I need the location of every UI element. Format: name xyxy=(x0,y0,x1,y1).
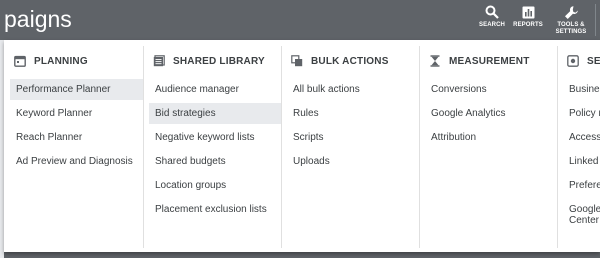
setup-header: SE xyxy=(567,55,600,67)
menu-item-attribution[interactable]: Attribution xyxy=(425,127,557,148)
copy-icon xyxy=(291,55,303,67)
tools-settings-button-label: TOOLS & SETTINGS xyxy=(555,22,587,35)
reports-button[interactable]: REPORTS xyxy=(513,4,543,36)
setup-column: SE Busines Policy m Access Linked a Pref… xyxy=(557,40,600,252)
library-icon xyxy=(153,55,165,67)
menu-item-audience-manager[interactable]: Audience manager xyxy=(149,79,281,100)
menu-item-all-bulk-actions[interactable]: All bulk actions xyxy=(287,79,419,100)
search-button[interactable]: SEARCH xyxy=(479,4,505,36)
setup-icon xyxy=(567,55,579,67)
menu-item-reach-planner[interactable]: Reach Planner xyxy=(10,127,143,148)
bulk-actions-column: BULK ACTIONS All bulk actions Rules Scri… xyxy=(281,40,419,252)
menu-item-uploads[interactable]: Uploads xyxy=(287,151,419,172)
menu-item-bid-strategies[interactable]: Bid strategies xyxy=(149,103,281,124)
shared-library-column: SHARED LIBRARY Audience manager Bid stra… xyxy=(143,40,281,252)
wrench-icon xyxy=(562,4,580,20)
reports-button-label: REPORTS xyxy=(513,22,543,28)
menu-item-preferences[interactable]: Prefere xyxy=(563,175,600,196)
calendar-icon xyxy=(14,55,26,67)
planning-header: PLANNING xyxy=(14,55,88,67)
menu-item-rules[interactable]: Rules xyxy=(287,103,419,124)
toolbar-divider xyxy=(595,4,596,36)
menu-item-conversions[interactable]: Conversions xyxy=(425,79,557,100)
menu-item-policy-manager[interactable]: Policy m xyxy=(563,103,600,124)
tools-settings-button[interactable]: TOOLS & SETTINGS xyxy=(553,4,589,36)
hourglass-icon xyxy=(429,55,441,67)
menu-item-location-groups[interactable]: Location groups xyxy=(149,175,281,196)
menu-item-keyword-planner[interactable]: Keyword Planner xyxy=(10,103,143,124)
reports-icon xyxy=(519,4,537,20)
setup-title: SE xyxy=(587,55,600,67)
menu-item-scripts[interactable]: Scripts xyxy=(287,127,419,148)
search-icon xyxy=(483,4,501,20)
menu-item-ad-preview[interactable]: Ad Preview and Diagnosis xyxy=(10,151,143,172)
menu-item-placement-exclusion-lists[interactable]: Placement exclusion lists xyxy=(149,199,281,220)
measurement-title: MEASUREMENT xyxy=(449,55,530,67)
measurement-column: MEASUREMENT Conversions Google Analytics… xyxy=(419,40,557,252)
bulk-actions-header: BULK ACTIONS xyxy=(291,55,389,67)
planning-column: PLANNING Performance Planner Keyword Pla… xyxy=(4,40,143,252)
measurement-header: MEASUREMENT xyxy=(429,55,530,67)
planning-title: PLANNING xyxy=(34,55,88,67)
shared-library-header: SHARED LIBRARY xyxy=(153,55,265,67)
bulk-actions-title: BULK ACTIONS xyxy=(311,55,389,67)
search-button-label: SEARCH xyxy=(479,22,505,28)
menu-item-shared-budgets[interactable]: Shared budgets xyxy=(149,151,281,172)
menu-item-google-merchant-center[interactable]: Google Center xyxy=(563,204,600,228)
menu-item-access[interactable]: Access xyxy=(563,127,600,148)
menu-item-performance-planner[interactable]: Performance Planner xyxy=(10,79,143,100)
menu-item-google-analytics[interactable]: Google Analytics xyxy=(425,103,557,124)
menu-item-linked-accounts[interactable]: Linked a xyxy=(563,151,600,172)
menu-item-negative-keyword-lists[interactable]: Negative keyword lists xyxy=(149,127,281,148)
tools-menu-panel: PLANNING Performance Planner Keyword Pla… xyxy=(4,40,600,252)
menu-item-business-data[interactable]: Busines xyxy=(563,79,600,100)
shared-library-title: SHARED LIBRARY xyxy=(173,55,265,67)
top-bar: paigns SEARCH REPORTS TOOLS & SETTINGS xyxy=(0,0,600,40)
page-title: paigns xyxy=(4,6,72,32)
